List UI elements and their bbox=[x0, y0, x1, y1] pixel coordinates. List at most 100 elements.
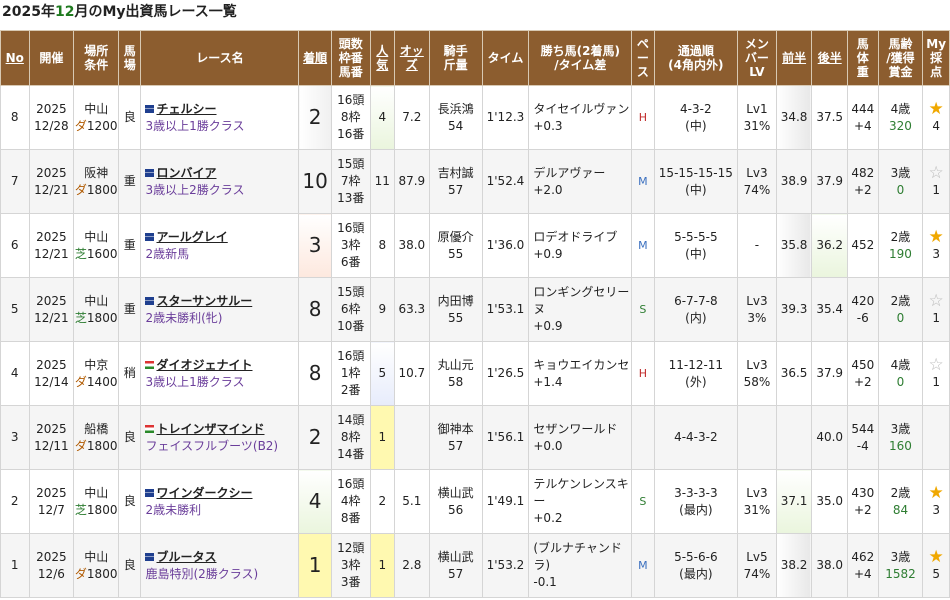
column-header[interactable]: 着順 bbox=[298, 30, 332, 86]
horse-name-link[interactable]: スターサンサルー bbox=[156, 294, 252, 308]
finish-position-cell: 3 bbox=[298, 213, 332, 278]
silks-flag-icon bbox=[145, 169, 155, 177]
horse-name-link[interactable]: ブルータス bbox=[156, 550, 216, 564]
table-row[interactable]: 2 2025 12/7 中山 芝1800 良ワインダークシー 2歳未勝利 4 16頭 4枠 8番 2 5… bbox=[0, 469, 950, 534]
table-row[interactable]: 3 2025 12/11 船橋 ダ1800 良トレインザマインド フェイスフルブーツ(B2)… bbox=[0, 405, 950, 470]
column-header-text: 馬番 bbox=[338, 65, 363, 79]
surface-text: 芝 bbox=[74, 310, 87, 325]
my-score-cell: ★ 3 bbox=[922, 469, 950, 534]
cell-text: 2025 bbox=[36, 421, 67, 436]
cell-text: 中山 bbox=[84, 485, 109, 500]
race-name-cell: トレインザマインド フェイスフルブーツ(B2) bbox=[140, 405, 300, 470]
column-header-text: 斤量 bbox=[443, 58, 468, 72]
age-prize-cell: 3歳 1582 bbox=[877, 533, 924, 598]
column-header[interactable]: 人気 bbox=[369, 30, 396, 86]
column-header[interactable]: 前半 bbox=[775, 30, 813, 86]
cell-text: 57 bbox=[447, 182, 464, 197]
cell-text: 2歳 bbox=[890, 485, 911, 500]
horse-name-link[interactable]: アールグレイ bbox=[156, 230, 227, 244]
cell-text: 9 bbox=[378, 302, 387, 316]
field-cell: 16頭 3枠 6番 bbox=[330, 213, 371, 278]
prize-text: 84 bbox=[892, 502, 909, 517]
column-header[interactable]: オッズ bbox=[394, 30, 430, 86]
my-score-cell bbox=[922, 405, 950, 470]
table-row[interactable]: 5 2025 12/21 中山 芝1800 重スターサンサルー 2歳未勝利(牝) 8 15頭 6枠… bbox=[0, 277, 950, 342]
cell-text: 重 bbox=[123, 302, 136, 316]
date-cell: 2025 12/21 bbox=[28, 277, 75, 342]
cell-text: 1'53.2 bbox=[486, 558, 525, 572]
date-cell: 2025 12/28 bbox=[28, 85, 75, 150]
passing-order-cell: 4-4-3-2 bbox=[653, 405, 739, 470]
column-header: 勝ち馬(2着馬)/タイム差 bbox=[528, 30, 633, 86]
course-text: ダ1400 bbox=[75, 375, 118, 389]
column-header: 頭数 枠番 馬番 bbox=[330, 30, 371, 86]
cell-text: 15頭 bbox=[337, 285, 365, 299]
cell-text: 1'26.5 bbox=[486, 366, 525, 380]
cell-text: -6 bbox=[856, 310, 869, 325]
horse-name-link[interactable]: ロンバイア bbox=[156, 166, 216, 180]
horse-name-link[interactable]: ダイオジェナイト bbox=[156, 358, 252, 372]
score-text: 1 bbox=[932, 183, 940, 197]
cell-text: +0.0 bbox=[533, 438, 563, 453]
no-cell: 7 bbox=[0, 149, 30, 214]
date-cell: 2025 12/21 bbox=[28, 149, 75, 214]
column-header-text: /タイム差 bbox=[554, 58, 607, 72]
cell-text: 40.0 bbox=[816, 430, 844, 444]
member-level-cell: Lv3 74% bbox=[737, 149, 777, 214]
pace-text: H bbox=[638, 111, 648, 124]
field-cell: 16頭 4枠 8番 bbox=[330, 469, 371, 534]
horse-name-link[interactable]: ワインダークシー bbox=[156, 486, 252, 500]
cell-text: セザンワールド bbox=[533, 421, 618, 436]
column-header: My 採点 bbox=[922, 30, 950, 86]
table-row[interactable]: 4 2025 12/14 中京 ダ1400 稍ダイオジェナイト 3歳以上1勝クラス 8 16頭 1… bbox=[0, 341, 950, 406]
column-header[interactable]: No bbox=[0, 30, 30, 86]
cell-text: 55 bbox=[447, 246, 464, 261]
age-prize-cell: 2歳 84 bbox=[877, 469, 924, 534]
finish-position-cell: 1 bbox=[298, 533, 332, 598]
cell-text: 14番 bbox=[337, 447, 365, 461]
winner-cell: テルケンレンスキー +0.2 bbox=[528, 469, 633, 534]
column-header: タイム bbox=[481, 30, 530, 86]
track-condition-cell: 良 bbox=[118, 85, 142, 150]
course-text: ダ1800 bbox=[75, 183, 118, 197]
silks-flag-icon bbox=[145, 489, 155, 497]
cell-text: +0.3 bbox=[533, 118, 563, 133]
cell-text: 8枠 bbox=[340, 110, 361, 124]
track-condition-cell: 重 bbox=[118, 213, 142, 278]
second-half-cell: 37.9 bbox=[811, 341, 849, 406]
cell-text: 11 bbox=[374, 174, 390, 188]
cell-text: 16頭 bbox=[337, 221, 365, 235]
jockey-cell: 横山武 57 bbox=[428, 533, 483, 598]
my-score-cell: ★ 4 bbox=[922, 85, 950, 150]
table-row[interactable]: 6 2025 12/21 中山 芝1600 重アールグレイ 2歳新馬 3 16頭 3枠 6番 8 38.… bbox=[0, 213, 950, 278]
column-header[interactable]: 後半 bbox=[811, 30, 849, 86]
pace-text: M bbox=[638, 559, 648, 572]
column-header-text: My bbox=[926, 37, 947, 51]
column-header-text: 騎手 bbox=[443, 44, 468, 58]
cell-text: 31% bbox=[743, 502, 771, 517]
table-row[interactable]: 8 2025 12/28 中山 ダ1200 良チェルシー 3歳以上1勝クラス 2 16頭 8枠 16… bbox=[0, 85, 950, 150]
cell-text: 482 bbox=[851, 165, 875, 180]
cell-text: 10.7 bbox=[398, 366, 426, 380]
horse-name-link[interactable]: チェルシー bbox=[156, 102, 216, 116]
race-class-text: 2歳未勝利(牝) bbox=[145, 310, 223, 325]
popularity-cell: 4 bbox=[369, 85, 396, 150]
table-row[interactable]: 7 2025 12/21 阪神 ダ1800 重ロンバイア 3歳以上2勝クラス 10 15頭 7枠 1… bbox=[0, 149, 950, 214]
cell-text: 14頭 bbox=[337, 413, 365, 427]
cell-text: 63.3 bbox=[398, 302, 426, 316]
table-row[interactable]: 1 2025 12/6 中山 ダ1800 良ブルータス 鹿島特別(2勝クラス) 1 12頭 3枠 3… bbox=[0, 533, 950, 598]
my-score-cell: ★ 5 bbox=[922, 533, 950, 598]
cell-text: (内) bbox=[685, 310, 707, 325]
cell-text: 中山 bbox=[84, 293, 109, 308]
cell-text: 8 bbox=[308, 297, 322, 321]
place-cell: 中山 芝1800 bbox=[73, 469, 120, 534]
cell-text: +0.2 bbox=[533, 511, 563, 525]
horse-name-link[interactable]: トレインザマインド bbox=[156, 422, 264, 436]
column-header: 場所 条件 bbox=[73, 30, 120, 86]
finish-position-cell: 2 bbox=[298, 405, 332, 470]
odds-cell: 87.9 bbox=[394, 149, 430, 214]
cell-text: デルアヴァー bbox=[533, 165, 606, 180]
cell-text: 12/14 bbox=[34, 374, 69, 389]
cell-text: 3番 bbox=[340, 575, 361, 589]
second-half-cell: 38.0 bbox=[811, 533, 849, 598]
